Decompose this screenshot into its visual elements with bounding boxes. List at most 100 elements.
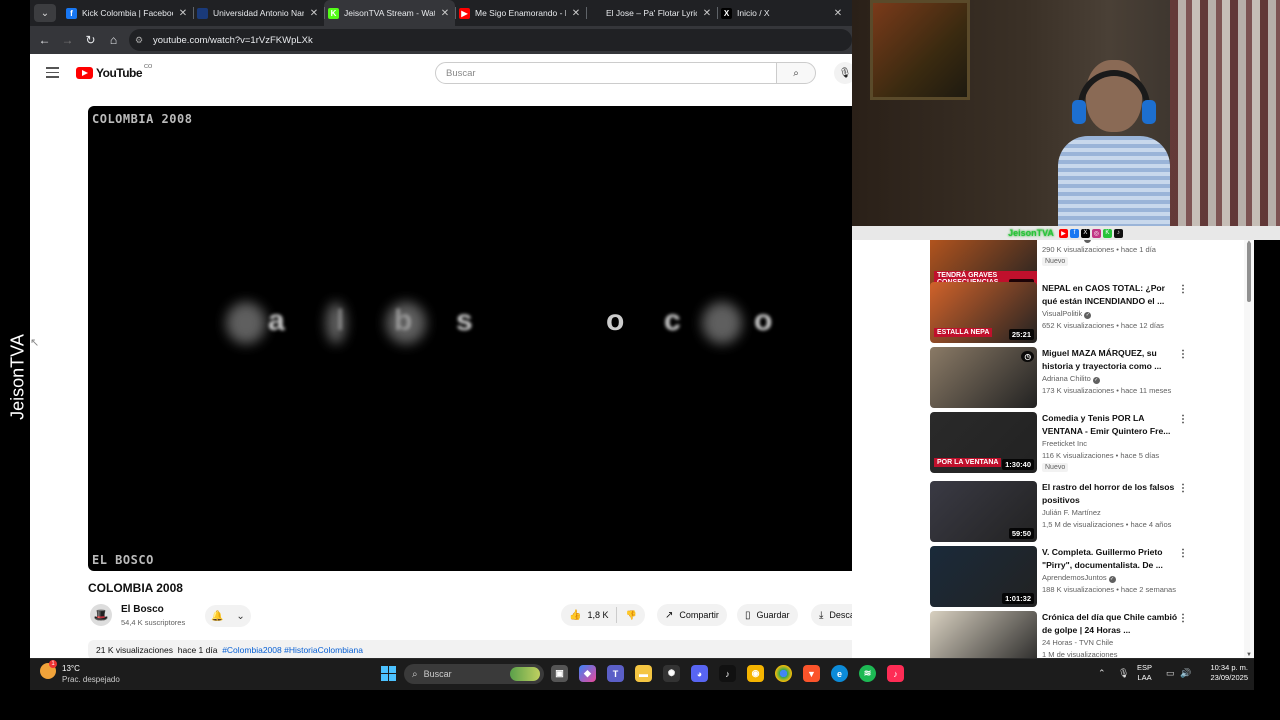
- file-explorer-icon[interactable]: ▬: [635, 665, 652, 682]
- browser-tab[interactable]: El Jose – Pa' Flotar Lyrics | ✕: [586, 0, 717, 26]
- close-tab-icon[interactable]: ✕: [701, 8, 713, 19]
- taskbar-search[interactable]: ⌕ Buscar: [404, 664, 544, 684]
- browser-tab[interactable]: Universidad Antonio Nari ✕: [193, 0, 324, 26]
- video-player[interactable]: COLOMBIA 2008 a l b s o c o EL BOSCO: [88, 106, 852, 571]
- recommended-title[interactable]: NEPAL en CAOS TOTAL: ¿Por qué están INCE…: [1042, 282, 1182, 307]
- hashtags[interactable]: #Colombia2008 #HistoriaColombiana: [222, 645, 363, 655]
- recommended-channel[interactable]: Freeticket Inc: [1042, 439, 1087, 448]
- more-options-icon[interactable]: ⋮: [1178, 548, 1188, 559]
- close-tab-icon[interactable]: ✕: [570, 8, 582, 19]
- task-view-icon[interactable]: ▣: [551, 665, 568, 682]
- recommended-channel[interactable]: Adriana Chilito ✓: [1042, 374, 1100, 384]
- microphone-icon[interactable]: 🎙: [1118, 668, 1129, 679]
- kick-icon: K: [1102, 228, 1112, 238]
- tab-search-button[interactable]: ⌄: [34, 4, 56, 22]
- recommended-title[interactable]: Comedia y Tenis POR LA VENTANA - Emir Qu…: [1042, 412, 1182, 437]
- mouse-cursor-icon: ↖: [30, 337, 40, 349]
- recommended-channel[interactable]: 24 Horas - TVN Chile: [1042, 638, 1113, 647]
- more-options-icon[interactable]: ⋮: [1178, 284, 1188, 295]
- weather-widget[interactable]: 1 13°C Prac. despejado: [40, 660, 120, 684]
- dislike-button[interactable]: 👎: [617, 610, 644, 621]
- tiktok-icon[interactable]: ♪: [719, 665, 736, 682]
- recommended-channel[interactable]: AprendemosJuntos ✓: [1042, 573, 1116, 583]
- system-clock[interactable]: 10:34 p. m. 23/09/2025: [1198, 663, 1248, 683]
- address-bar[interactable]: ⚙ youtube.com/watch?v=1rVzFKWpLXk: [129, 29, 852, 51]
- recommended-video[interactable]: ◷ Miguel MAZA MÁRQUEZ, su historia y tray…: [930, 347, 1250, 409]
- recommended-video[interactable]: POR LA VENTANA 1:30:40 Comedia y Tenis POR…: [930, 412, 1250, 474]
- share-button[interactable]: ↗ Compartir: [657, 604, 727, 626]
- recommended-video[interactable]: 59:50 El rastro del horror de los falsos …: [930, 481, 1250, 543]
- browser-tab[interactable]: f Kick Colombia | Facebook ✕: [62, 0, 193, 26]
- browser-tab[interactable]: X Inicio / X ✕: [717, 0, 848, 26]
- windows-start-button[interactable]: [381, 666, 396, 681]
- chatgpt-icon[interactable]: ✺: [663, 665, 680, 682]
- description-box[interactable]: 21 K visualizaciones hace 1 día #Colombi…: [88, 640, 852, 658]
- like-button[interactable]: 👍 1,8 K: [561, 607, 618, 623]
- reload-button[interactable]: ↻: [79, 29, 102, 52]
- upload-age: hace 1 día: [177, 645, 218, 655]
- more-options-icon[interactable]: ⋮: [1178, 414, 1188, 425]
- like-dislike-group: 👍 1,8 K 👎: [561, 604, 645, 626]
- close-tab-icon[interactable]: ✕: [832, 8, 844, 19]
- video-thumbnail[interactable]: 59:50: [930, 481, 1037, 542]
- more-options-icon[interactable]: ⋮: [1178, 483, 1188, 494]
- save-button[interactable]: ▯ Guardar: [737, 604, 798, 626]
- channel-avatar[interactable]: 🎩: [90, 604, 112, 626]
- network-icon[interactable]: ▭: [1166, 668, 1175, 679]
- discord-icon[interactable]: ◕: [691, 665, 708, 682]
- recommended-channel[interactable]: Julián F. Martínez: [1042, 508, 1101, 517]
- recommended-video[interactable]: 1:01:32 V. Completa. Guillermo Prieto "Pi…: [930, 546, 1250, 608]
- watch-later-icon[interactable]: ◷: [1021, 351, 1034, 362]
- recommended-title[interactable]: El rastro del horror de los falsos posit…: [1042, 481, 1182, 506]
- subscription-bell-button[interactable]: 🔔 ⌄: [205, 605, 251, 627]
- close-tab-icon[interactable]: ✕: [308, 8, 320, 19]
- voice-search-button[interactable]: 🎙: [834, 62, 852, 84]
- menu-icon[interactable]: [46, 67, 59, 78]
- video-thumbnail[interactable]: ◷: [930, 347, 1037, 408]
- search-input[interactable]: Buscar: [435, 62, 777, 84]
- scrollbar-thumb[interactable]: [1247, 242, 1251, 302]
- chrome-icon[interactable]: [775, 665, 792, 682]
- download-button[interactable]: ⤓ Descargar: [811, 604, 852, 626]
- video-thumbnail[interactable]: POR LA VENTANA 1:30:40: [930, 412, 1037, 473]
- more-options-icon[interactable]: ⋮: [1178, 349, 1188, 360]
- browser-tab[interactable]: ▶ Me Sigo Enamorando - Fi ✕: [455, 0, 586, 26]
- copilot-icon[interactable]: ◆: [579, 665, 596, 682]
- recommended-channel[interactable]: VisualPolitik✓: [1042, 309, 1092, 319]
- edge-icon[interactable]: e: [831, 665, 848, 682]
- recommended-title[interactable]: V. Completa. Guillermo Prieto "Pirry", d…: [1042, 546, 1182, 571]
- close-tab-icon[interactable]: ✕: [439, 8, 451, 19]
- volume-icon[interactable]: 🔊: [1180, 668, 1191, 679]
- recommended-video[interactable]: ESTALLA NEPA 25:21 NEPAL en CAOS TOTAL: ¿P…: [930, 282, 1250, 344]
- close-tab-icon[interactable]: ✕: [177, 8, 189, 19]
- more-options-icon[interactable]: ⋮: [1178, 613, 1188, 624]
- obs-icon[interactable]: ◉: [747, 665, 764, 682]
- recommended-title[interactable]: Crónica del día que Chile cambió de golp…: [1042, 611, 1182, 636]
- home-button[interactable]: ⌂: [102, 29, 125, 52]
- search-button[interactable]: ⌕: [776, 62, 816, 84]
- youtube-logo[interactable]: YouTube CO: [76, 64, 152, 80]
- tray-overflow-icon[interactable]: ⌃: [1098, 668, 1106, 679]
- channel-name[interactable]: El Bosco: [121, 604, 164, 615]
- spotify-icon[interactable]: ≋: [859, 665, 876, 682]
- forward-button[interactable]: →: [56, 29, 79, 52]
- video-thumbnail[interactable]: 1:01:32: [930, 546, 1037, 607]
- tiktok-live-icon[interactable]: ♪: [887, 665, 904, 682]
- video-duration: 1:01:32: [1002, 593, 1034, 604]
- like-count: 1,8 K: [587, 610, 609, 620]
- subscriber-count: 54,4 K suscriptores: [121, 618, 186, 627]
- input-language[interactable]: ESP LAA: [1137, 663, 1152, 683]
- back-button[interactable]: ←: [33, 29, 56, 52]
- scrollbar[interactable]: ▲ ▼: [1244, 240, 1254, 658]
- youtube-page: YouTube CO Buscar ⌕ 🎙 COLOMBIA 2008 a l …: [30, 54, 852, 658]
- site-info-icon[interactable]: ⚙: [135, 35, 147, 46]
- recommended-channel[interactable]: VisualPolitik✓: [1042, 240, 1092, 243]
- teams-icon[interactable]: T: [607, 665, 624, 682]
- video-thumbnail[interactable]: ESTALLA NEPA 25:21: [930, 282, 1037, 343]
- brave-icon[interactable]: ▼: [803, 665, 820, 682]
- recommended-video[interactable]: Crónica del día que Chile cambió de golp…: [930, 611, 1250, 658]
- browser-tab[interactable]: K JeisonTVA Stream - Watch ✕: [324, 0, 455, 26]
- recommended-title[interactable]: Miguel MAZA MÁRQUEZ, su historia y traye…: [1042, 347, 1182, 372]
- video-thumbnail[interactable]: [930, 611, 1037, 658]
- channel-name-text: Freeticket Inc: [1042, 439, 1088, 448]
